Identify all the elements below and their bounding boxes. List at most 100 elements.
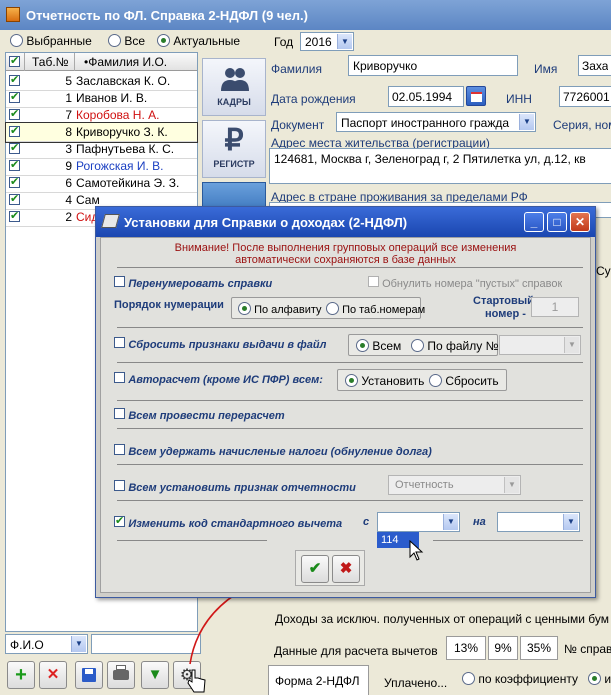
- order-alpha-option[interactable]: По алфавиту: [238, 302, 322, 316]
- reset-all-radio[interactable]: [356, 339, 369, 352]
- nav-kadry-button[interactable]: КАДРЫ: [202, 58, 266, 116]
- recalc-option[interactable]: Всем провести перерасчет: [114, 408, 285, 422]
- tab-pct13[interactable]: 13%: [446, 636, 486, 660]
- year-select[interactable]: 2016 ▼: [300, 32, 354, 51]
- print-button[interactable]: [107, 661, 135, 689]
- by-coef-radio[interactable]: [462, 672, 475, 685]
- autocalc-set-radio[interactable]: [345, 374, 358, 387]
- recalc-checkbox[interactable]: [114, 408, 125, 419]
- search-field-value: Ф.И.О: [10, 638, 44, 652]
- zero-empty-option[interactable]: Обнулить номера "пустых" справок: [368, 276, 562, 290]
- from-code-select[interactable]: ▼: [377, 512, 460, 532]
- ok-button[interactable]: ✔: [301, 555, 329, 583]
- col-tab-header[interactable]: Таб.№: [32, 55, 69, 69]
- row-tab-number: 4: [65, 193, 72, 207]
- withhold-checkbox[interactable]: [114, 444, 125, 455]
- nav-registr-button[interactable]: ₽ РЕГИСТР: [202, 120, 266, 178]
- settings-dialog[interactable]: Установки для Справки о доходах (2-НДФЛ)…: [95, 206, 596, 598]
- birth-input[interactable]: 02.05.1994: [388, 86, 464, 107]
- close-button[interactable]: ✕: [570, 212, 590, 232]
- filter-actual-radio[interactable]: [157, 34, 170, 47]
- select-all-checkbox[interactable]: [9, 54, 20, 67]
- surname-input[interactable]: Криворучко: [348, 55, 518, 76]
- row-checkbox[interactable]: [9, 73, 20, 86]
- inn-input[interactable]: 7726001: [559, 86, 611, 107]
- row-checkbox[interactable]: [9, 192, 20, 205]
- renumber-checkbox[interactable]: [114, 276, 125, 287]
- maximize-button[interactable]: □: [547, 212, 567, 232]
- nav-kadry-label: КАДРЫ: [217, 97, 251, 107]
- filter-actual-label: Актуальные: [173, 34, 241, 48]
- chevron-down-icon: ▼: [564, 337, 579, 353]
- main-window-titlebar[interactable]: Отчетность по ФЛ. Справка 2-НДФЛ (9 чел.…: [0, 0, 611, 30]
- filter-all-radio[interactable]: [108, 34, 121, 47]
- row-employee-name: Сам: [76, 193, 100, 207]
- last-option[interactable]: и: [588, 672, 611, 686]
- name-label: Имя: [534, 62, 558, 76]
- dialog-titlebar[interactable]: Установки для Справки о доходах (2-НДФЛ)…: [96, 207, 595, 237]
- filter-button[interactable]: ▼: [141, 661, 169, 689]
- address-input[interactable]: 124681, Москва г, Зеленоград г, 2 Пятиле…: [269, 148, 611, 184]
- certificate-number-label: № справ: [564, 642, 611, 656]
- autocalc-reset-radio[interactable]: [429, 374, 442, 387]
- tab-pct35[interactable]: 35%: [520, 636, 558, 660]
- tab-pct9[interactable]: 9%: [488, 636, 518, 660]
- name-input[interactable]: Заха: [578, 55, 611, 76]
- order-tab-radio[interactable]: [326, 302, 339, 315]
- row-tab-number: 7: [65, 108, 72, 122]
- search-field-select[interactable]: Ф.И.О ▼: [5, 634, 88, 654]
- filter-selected[interactable]: Выбранные: [10, 34, 92, 48]
- last-option-radio[interactable]: [588, 672, 601, 685]
- chevron-down-icon: ▼: [563, 514, 578, 530]
- filter-all[interactable]: Все: [108, 34, 145, 48]
- autocalc-reset-option[interactable]: Сбросить: [429, 374, 499, 388]
- mouse-pointer-icon: [409, 540, 424, 561]
- by-coef-option[interactable]: по коэффициенту: [462, 672, 578, 686]
- document-select[interactable]: Паспорт иностранного гражда ▼: [336, 112, 536, 132]
- renumber-option[interactable]: Перенумеровать справки: [114, 276, 272, 290]
- grid-header: Таб.№ •Фамилия И.О.: [6, 53, 197, 71]
- filter-selected-radio[interactable]: [10, 34, 23, 47]
- filter-actual[interactable]: Актуальные: [157, 34, 240, 48]
- autocalc-set-option[interactable]: Установить: [345, 374, 424, 388]
- to-code-select[interactable]: ▼: [497, 512, 580, 532]
- row-checkbox[interactable]: [9, 90, 20, 103]
- report-sign-option[interactable]: Всем установить признак отчетности: [114, 480, 356, 494]
- report-sign-checkbox[interactable]: [114, 480, 125, 491]
- file-number-select[interactable]: ▼: [499, 335, 581, 355]
- start-number-label-2: номер -: [485, 308, 526, 320]
- add-button[interactable]: +: [7, 661, 35, 689]
- zero-empty-checkbox[interactable]: [368, 276, 379, 287]
- reset-issue-option[interactable]: Сбросить признаки выдачи в файл: [114, 337, 326, 351]
- row-checkbox[interactable]: [9, 209, 20, 222]
- row-checkbox[interactable]: [9, 175, 20, 188]
- save-button[interactable]: [75, 661, 103, 689]
- col-name-header[interactable]: •Фамилия И.О.: [84, 55, 167, 69]
- withhold-label: Всем удержать начисленые налоги (обнулен…: [128, 446, 432, 458]
- autocalc-checkbox[interactable]: [114, 372, 125, 383]
- delete-button[interactable]: ✕: [39, 661, 67, 689]
- reset-all-option[interactable]: Всем: [356, 339, 401, 353]
- reset-by-file-option[interactable]: По файлу №:: [411, 339, 502, 353]
- cancel-button[interactable]: ✖: [332, 555, 360, 583]
- autocalc-option[interactable]: Авторасчет (кроме ИС ПФР) всем:: [114, 372, 323, 386]
- dialog-body: Внимание! После выполнения групповых опе…: [100, 237, 591, 593]
- row-checkbox[interactable]: [9, 124, 20, 137]
- order-label: Порядок нумерации: [114, 299, 224, 311]
- minimize-button[interactable]: _: [524, 212, 544, 232]
- reset-issue-checkbox[interactable]: [114, 337, 125, 348]
- change-code-option[interactable]: Изменить код стандартного вычета: [114, 516, 342, 530]
- calendar-icon[interactable]: [466, 86, 486, 106]
- change-code-checkbox[interactable]: [114, 516, 125, 527]
- start-number-input[interactable]: 1: [531, 297, 579, 317]
- order-alpha-radio[interactable]: [238, 302, 251, 315]
- reset-by-file-radio[interactable]: [411, 339, 424, 352]
- row-employee-name: Пафнутьева К. С.: [76, 142, 175, 156]
- row-checkbox[interactable]: [9, 158, 20, 171]
- window-title: Отчетность по ФЛ. Справка 2-НДФЛ (9 чел.…: [26, 8, 308, 23]
- row-checkbox[interactable]: [9, 107, 20, 120]
- row-checkbox[interactable]: [9, 141, 20, 154]
- withhold-option[interactable]: Всем удержать начисленые налоги (обнулен…: [114, 444, 432, 458]
- report-sign-select[interactable]: Отчетность ▼: [388, 475, 521, 495]
- order-tab-option[interactable]: По таб.номерам: [326, 302, 425, 316]
